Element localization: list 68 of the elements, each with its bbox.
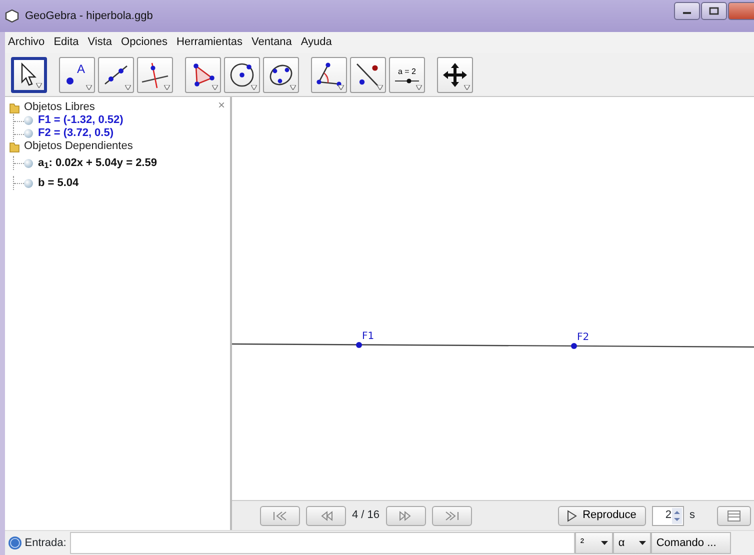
input-field[interactable] <box>70 532 576 554</box>
greek-dropdown[interactable]: α <box>613 532 652 554</box>
maximize-icon <box>709 7 719 15</box>
step-counter: 4 / 16 <box>352 508 380 524</box>
object-definition[interactable]: b = 5.04 <box>38 174 79 192</box>
dropdown-triangle-icon[interactable] <box>212 84 218 90</box>
maximize-button[interactable] <box>701 2 727 20</box>
tool-button[interactable] <box>98 56 134 92</box>
dropdown-triangle-icon[interactable] <box>416 84 422 90</box>
object-definition[interactable]: a$_{1}$: 0.02x + 5.04y = 2.59 <box>38 154 157 172</box>
point-label: A <box>77 62 86 74</box>
menu-item[interactable]: Edita <box>52 34 80 51</box>
tool-button[interactable] <box>350 56 386 92</box>
table-button[interactable] <box>717 506 752 526</box>
app-logo-icon <box>5 9 19 23</box>
tool-button[interactable]: A <box>59 56 95 92</box>
caret-icon <box>601 541 608 545</box>
tool-button[interactable] <box>263 56 299 92</box>
close-panel-button[interactable]: × <box>218 96 225 114</box>
dropdown-triangle-icon[interactable] <box>36 82 42 88</box>
menu-item[interactable]: Herramientas <box>176 34 244 51</box>
dropdown-triangle-icon[interactable] <box>338 84 344 90</box>
play-button[interactable]: Reproduce <box>558 506 646 526</box>
dropdown-triangle-icon[interactable] <box>86 84 92 90</box>
command-dropdown[interactable]: Comando ... <box>651 532 732 554</box>
menu-item[interactable]: Opciones <box>120 34 169 51</box>
folder-icon <box>9 102 20 114</box>
help-icon <box>8 536 22 550</box>
first-icon <box>272 510 288 522</box>
symbol-dropdown[interactable]: ² <box>575 532 614 554</box>
menu-item[interactable]: Ventana <box>250 34 293 51</box>
tool-button[interactable]: a = 2 <box>389 56 425 92</box>
table-icon <box>727 510 742 522</box>
dropdown-triangle-icon[interactable] <box>377 84 383 90</box>
tool-button[interactable] <box>185 56 221 92</box>
caret-icon <box>639 541 646 545</box>
input-label: Entrada: <box>24 536 66 551</box>
point-label: F1 <box>362 331 374 342</box>
speed-unit: s <box>690 508 696 524</box>
dropdown-triangle-icon[interactable] <box>251 84 257 90</box>
point-label: F2 <box>577 332 590 343</box>
last-icon <box>444 510 460 522</box>
spinner-arrows-icon <box>672 508 682 524</box>
tool-button[interactable] <box>11 56 47 92</box>
folder-icon <box>9 140 20 152</box>
tool-button[interactable] <box>224 56 260 92</box>
menu-item[interactable]: Ayuda <box>300 34 333 51</box>
previous-button[interactable] <box>306 506 346 526</box>
first-button[interactable] <box>260 506 300 526</box>
menu-item[interactable]: Vista <box>86 34 114 51</box>
dropdown-triangle-icon[interactable] <box>164 84 170 90</box>
dropdown-triangle-icon[interactable] <box>125 84 131 90</box>
dropdown-triangle-icon[interactable] <box>290 84 296 90</box>
point[interactable] <box>356 342 362 348</box>
point[interactable] <box>571 343 577 349</box>
play-icon <box>566 510 577 522</box>
point-icon <box>66 76 74 84</box>
minimize-button[interactable] <box>674 2 700 20</box>
last-button[interactable] <box>432 506 472 526</box>
tool-button[interactable] <box>437 56 473 92</box>
tool-button[interactable] <box>137 56 173 92</box>
tool-button[interactable] <box>311 56 347 92</box>
speed-spinner[interactable]: 2 <box>652 506 684 526</box>
next-button[interactable] <box>386 506 426 526</box>
menu-item[interactable]: Archivo <box>7 34 46 51</box>
dropdown-triangle-icon[interactable] <box>464 84 470 90</box>
window-title: GeoGebra - hiperbola.ggb <box>25 8 153 24</box>
line[interactable] <box>232 343 754 348</box>
